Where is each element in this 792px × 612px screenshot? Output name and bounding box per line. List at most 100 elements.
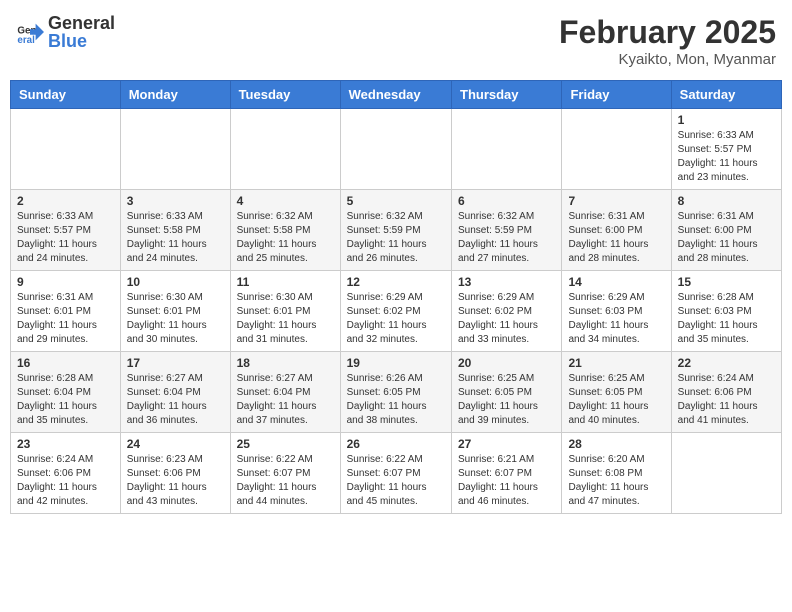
day-number: 3: [127, 194, 224, 208]
day-info: Sunrise: 6:27 AM Sunset: 6:04 PM Dayligh…: [127, 372, 224, 428]
calendar-cell: 3Sunrise: 6:33 AM Sunset: 5:58 PM Daylig…: [120, 190, 230, 271]
day-info: Sunrise: 6:28 AM Sunset: 6:03 PM Dayligh…: [678, 291, 775, 347]
calendar-cell: 7 Sunrise: 6:31 AM Sunset: 6:00 PM Daylig…: [562, 190, 671, 271]
col-header-saturday: Saturday: [671, 81, 781, 109]
calendar-cell: 28 Sunrise: 6:20 AM Sunset: 6:08 PM Dayli…: [562, 433, 671, 514]
day-info: Sunrise: 6:21 AM Sunset: 6:07 PM Dayligh…: [458, 453, 555, 509]
day-number: 20: [458, 356, 555, 370]
day-number: 23: [17, 437, 114, 451]
calendar-cell: [452, 109, 562, 190]
calendar-cell: 18 Sunrise: 6:27 AM Sunset: 6:04 PM Dayli…: [230, 352, 340, 433]
calendar-cell: 10 Sunrise: 6:30 AM Sunset: 6:01 PM Dayli…: [120, 271, 230, 352]
day-info: Sunrise: 6:33 AM Sunset: 5:57 PM Dayligh…: [17, 210, 114, 266]
calendar-cell: 22 Sunrise: 6:24 AM Sunset: 6:06 PM Dayli…: [671, 352, 781, 433]
calendar-week-row: 23 Sunrise: 6:24 AM Sunset: 6:06 PM Dayli…: [11, 433, 782, 514]
day-number: 16: [17, 356, 114, 370]
day-info: Sunrise: 6:33 AM Sunset: 5:57 PM Dayligh…: [678, 129, 775, 185]
day-info: Sunrise: 6:22 AM Sunset: 6:07 PM Dayligh…: [237, 453, 334, 509]
calendar-week-row: 1 Sunrise: 6:33 AM Sunset: 5:57 PM Daylig…: [11, 109, 782, 190]
day-info: Sunrise: 6:32 AM Sunset: 5:59 PM Dayligh…: [458, 210, 555, 266]
day-number: 2: [17, 194, 114, 208]
day-number: 17: [127, 356, 224, 370]
logo: Gen eral General Blue: [16, 14, 115, 50]
col-header-thursday: Thursday: [452, 81, 562, 109]
calendar-table: SundayMondayTuesdayWednesdayThursdayFrid…: [10, 80, 782, 514]
day-number: 18: [237, 356, 334, 370]
logo-blue-text: Blue: [48, 32, 115, 50]
main-title: February 2025: [559, 14, 776, 51]
day-number: 1: [678, 113, 775, 127]
calendar-cell: 15Sunrise: 6:28 AM Sunset: 6:03 PM Dayli…: [671, 271, 781, 352]
calendar-cell: 19 Sunrise: 6:26 AM Sunset: 6:05 PM Dayli…: [340, 352, 451, 433]
calendar-cell: 16Sunrise: 6:28 AM Sunset: 6:04 PM Dayli…: [11, 352, 121, 433]
day-info: Sunrise: 6:31 AM Sunset: 6:01 PM Dayligh…: [17, 291, 114, 347]
calendar-cell: 25 Sunrise: 6:22 AM Sunset: 6:07 PM Dayli…: [230, 433, 340, 514]
day-number: 7: [568, 194, 664, 208]
calendar-cell: 13 Sunrise: 6:29 AM Sunset: 6:02 PM Dayli…: [452, 271, 562, 352]
day-number: 22: [678, 356, 775, 370]
calendar-cell: 5 Sunrise: 6:32 AM Sunset: 5:59 PM Daylig…: [340, 190, 451, 271]
day-info: Sunrise: 6:22 AM Sunset: 6:07 PM Dayligh…: [347, 453, 445, 509]
day-number: 19: [347, 356, 445, 370]
day-info: Sunrise: 6:20 AM Sunset: 6:08 PM Dayligh…: [568, 453, 664, 509]
day-info: Sunrise: 6:29 AM Sunset: 6:02 PM Dayligh…: [347, 291, 445, 347]
calendar-cell: 17 Sunrise: 6:27 AM Sunset: 6:04 PM Dayli…: [120, 352, 230, 433]
calendar-cell: [230, 109, 340, 190]
calendar-cell: 27 Sunrise: 6:21 AM Sunset: 6:07 PM Dayli…: [452, 433, 562, 514]
day-number: 8: [678, 194, 775, 208]
calendar-cell: [562, 109, 671, 190]
calendar-week-row: 2 Sunrise: 6:33 AM Sunset: 5:57 PM Daylig…: [11, 190, 782, 271]
day-info: Sunrise: 6:29 AM Sunset: 6:03 PM Dayligh…: [568, 291, 664, 347]
day-info: Sunrise: 6:24 AM Sunset: 6:06 PM Dayligh…: [17, 453, 114, 509]
day-number: 12: [347, 275, 445, 289]
day-info: Sunrise: 6:25 AM Sunset: 6:05 PM Dayligh…: [568, 372, 664, 428]
day-number: 9: [17, 275, 114, 289]
calendar-cell: 12 Sunrise: 6:29 AM Sunset: 6:02 PM Dayli…: [340, 271, 451, 352]
day-info: Sunrise: 6:30 AM Sunset: 6:01 PM Dayligh…: [127, 291, 224, 347]
svg-text:eral: eral: [17, 35, 35, 46]
day-info: Sunrise: 6:31 AM Sunset: 6:00 PM Dayligh…: [678, 210, 775, 266]
day-info: Sunrise: 6:26 AM Sunset: 6:05 PM Dayligh…: [347, 372, 445, 428]
col-header-tuesday: Tuesday: [230, 81, 340, 109]
calendar-cell: 4Sunrise: 6:32 AM Sunset: 5:58 PM Daylig…: [230, 190, 340, 271]
day-number: 21: [568, 356, 664, 370]
day-number: 24: [127, 437, 224, 451]
logo-icon: Gen eral: [16, 18, 44, 46]
calendar-cell: 26 Sunrise: 6:22 AM Sunset: 6:07 PM Dayli…: [340, 433, 451, 514]
calendar-cell: 11 Sunrise: 6:30 AM Sunset: 6:01 PM Dayli…: [230, 271, 340, 352]
calendar-cell: 2 Sunrise: 6:33 AM Sunset: 5:57 PM Daylig…: [11, 190, 121, 271]
day-info: Sunrise: 6:23 AM Sunset: 6:06 PM Dayligh…: [127, 453, 224, 509]
day-number: 14: [568, 275, 664, 289]
day-info: Sunrise: 6:24 AM Sunset: 6:06 PM Dayligh…: [678, 372, 775, 428]
day-number: 13: [458, 275, 555, 289]
col-header-wednesday: Wednesday: [340, 81, 451, 109]
day-info: Sunrise: 6:30 AM Sunset: 6:01 PM Dayligh…: [237, 291, 334, 347]
day-number: 10: [127, 275, 224, 289]
day-info: Sunrise: 6:29 AM Sunset: 6:02 PM Dayligh…: [458, 291, 555, 347]
day-number: 26: [347, 437, 445, 451]
calendar-cell: [340, 109, 451, 190]
day-info: Sunrise: 6:27 AM Sunset: 6:04 PM Dayligh…: [237, 372, 334, 428]
calendar-cell: 20 Sunrise: 6:25 AM Sunset: 6:05 PM Dayli…: [452, 352, 562, 433]
day-info: Sunrise: 6:32 AM Sunset: 5:59 PM Dayligh…: [347, 210, 445, 266]
day-number: 28: [568, 437, 664, 451]
day-info: Sunrise: 6:32 AM Sunset: 5:58 PM Dayligh…: [237, 210, 334, 266]
calendar-header-row: SundayMondayTuesdayWednesdayThursdayFrid…: [11, 81, 782, 109]
col-header-friday: Friday: [562, 81, 671, 109]
day-number: 27: [458, 437, 555, 451]
calendar-cell: [11, 109, 121, 190]
day-number: 5: [347, 194, 445, 208]
page-header: Gen eral General Blue February 2025 Kyai…: [10, 10, 782, 72]
calendar-week-row: 16Sunrise: 6:28 AM Sunset: 6:04 PM Dayli…: [11, 352, 782, 433]
day-info: Sunrise: 6:31 AM Sunset: 6:00 PM Dayligh…: [568, 210, 664, 266]
calendar-cell: [120, 109, 230, 190]
day-number: 25: [237, 437, 334, 451]
day-number: 11: [237, 275, 334, 289]
calendar-cell: 9 Sunrise: 6:31 AM Sunset: 6:01 PM Daylig…: [11, 271, 121, 352]
calendar-cell: 21 Sunrise: 6:25 AM Sunset: 6:05 PM Dayli…: [562, 352, 671, 433]
sub-title: Kyaikto, Mon, Myanmar: [559, 51, 776, 68]
calendar-week-row: 9 Sunrise: 6:31 AM Sunset: 6:01 PM Daylig…: [11, 271, 782, 352]
calendar-cell: 24 Sunrise: 6:23 AM Sunset: 6:06 PM Dayli…: [120, 433, 230, 514]
calendar-cell: 8 Sunrise: 6:31 AM Sunset: 6:00 PM Daylig…: [671, 190, 781, 271]
day-info: Sunrise: 6:25 AM Sunset: 6:05 PM Dayligh…: [458, 372, 555, 428]
